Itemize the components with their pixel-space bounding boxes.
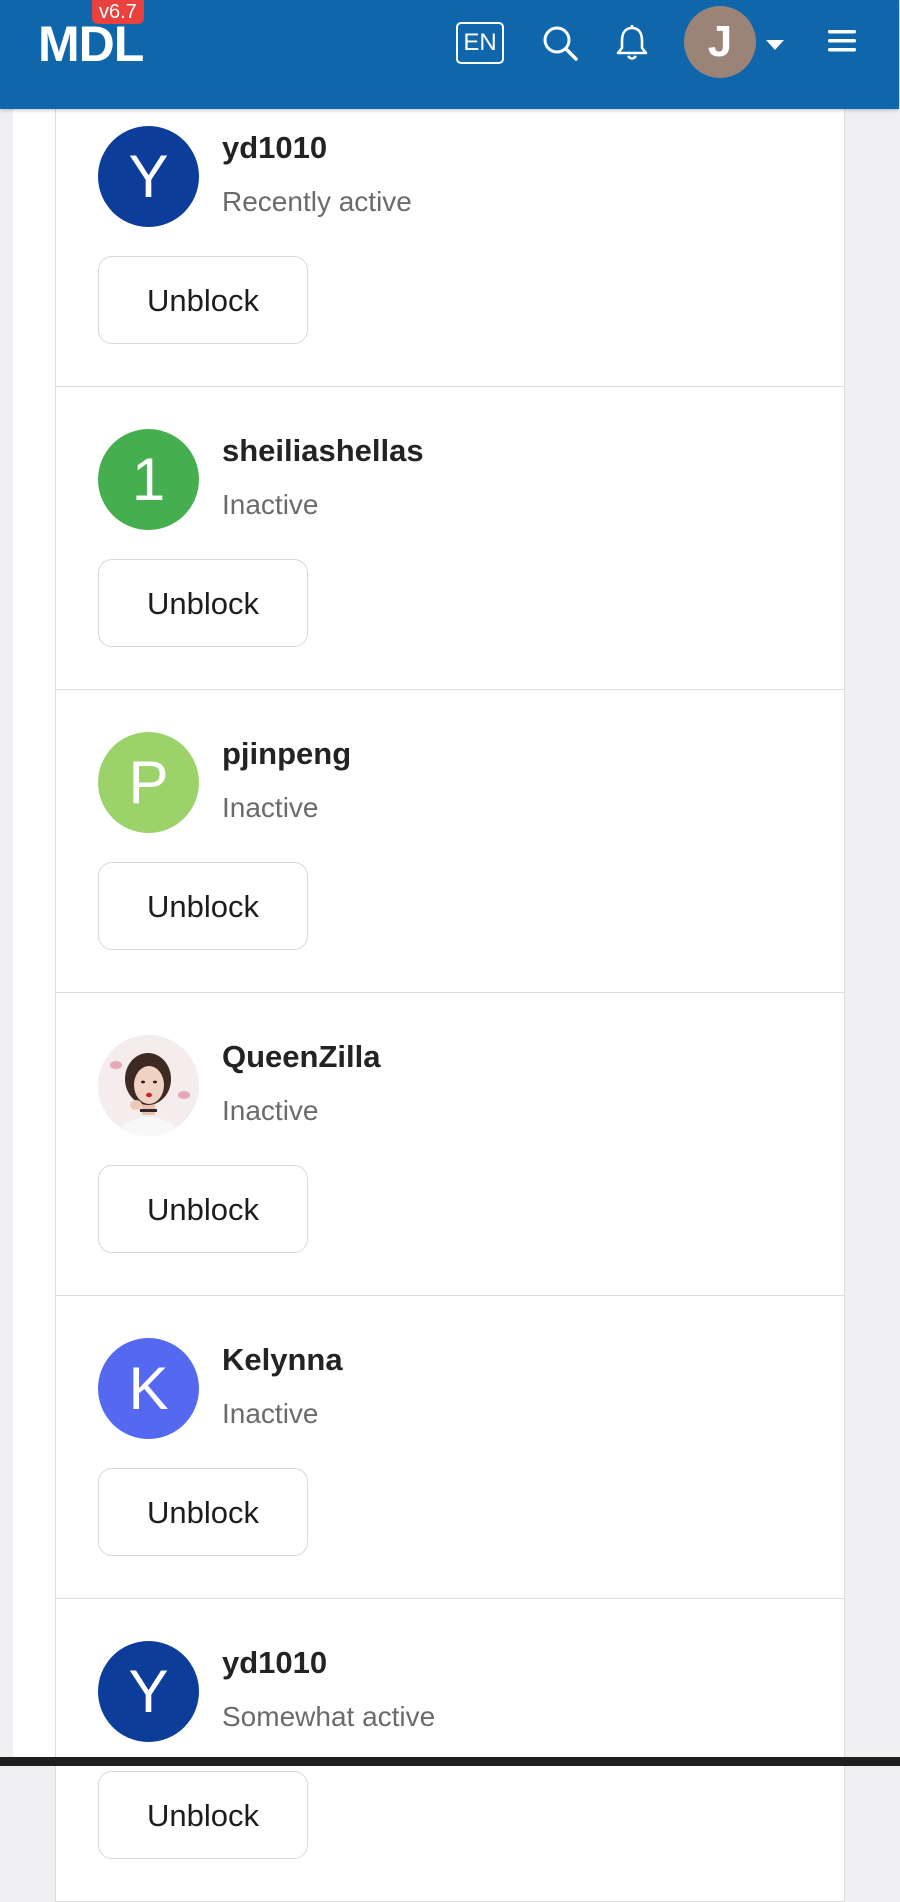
username[interactable]: QueenZilla	[222, 1039, 380, 1075]
unblock-button[interactable]: Unblock	[98, 1771, 308, 1859]
profile-photo	[98, 1035, 199, 1136]
list-item: Y yd1010 Somewhat active Unblock	[55, 1599, 845, 1902]
blocked-users-list: Y yd1010 Recently active Unblock 1 sheil…	[55, 109, 845, 1902]
unblock-button[interactable]: Unblock	[98, 862, 308, 950]
language-button[interactable]: EN	[456, 22, 504, 64]
bell-icon[interactable]	[612, 22, 652, 64]
username[interactable]: Kelynna	[222, 1342, 343, 1378]
username[interactable]: sheiliashellas	[222, 433, 424, 469]
unblock-button[interactable]: Unblock	[98, 256, 308, 344]
username[interactable]: pjinpeng	[222, 736, 351, 772]
username[interactable]: yd1010	[222, 1645, 327, 1681]
user-avatar[interactable]: J	[684, 6, 756, 78]
hamburger-menu-icon[interactable]	[826, 26, 858, 56]
version-badge: v6.7	[92, 0, 144, 24]
avatar[interactable]: Y	[98, 1641, 199, 1742]
avatar[interactable]: P	[98, 732, 199, 833]
avatar[interactable]: Y	[98, 126, 199, 227]
activity-status: Inactive	[222, 1398, 319, 1429]
activity-status: Inactive	[222, 489, 319, 520]
list-item: Y yd1010 Recently active Unblock	[55, 109, 845, 387]
list-item: QueenZilla Inactive Unblock	[55, 993, 845, 1296]
activity-status: Recently active	[222, 186, 412, 217]
bottom-edge-bar	[0, 1757, 900, 1766]
top-navbar: MDL v6.7 EN J	[0, 0, 899, 109]
avatar[interactable]: K	[98, 1338, 199, 1439]
unblock-button[interactable]: Unblock	[98, 1165, 308, 1253]
photo-avatar[interactable]	[98, 1035, 199, 1136]
list-item: K Kelynna Inactive Unblock	[55, 1296, 845, 1599]
activity-status: Inactive	[222, 1095, 319, 1126]
unblock-button[interactable]: Unblock	[98, 1468, 308, 1556]
list-item: P pjinpeng Inactive Unblock	[55, 690, 845, 993]
page-card: Y yd1010 Recently active Unblock 1 sheil…	[13, 109, 845, 1902]
list-item: 1 sheiliashellas Inactive Unblock	[55, 387, 845, 690]
caret-down-icon[interactable]	[766, 40, 784, 50]
activity-status: Somewhat active	[222, 1701, 436, 1732]
username[interactable]: yd1010	[222, 130, 327, 166]
unblock-button[interactable]: Unblock	[98, 559, 308, 647]
avatar[interactable]: 1	[98, 429, 199, 530]
activity-status: Inactive	[222, 792, 319, 823]
search-icon[interactable]	[540, 22, 580, 64]
